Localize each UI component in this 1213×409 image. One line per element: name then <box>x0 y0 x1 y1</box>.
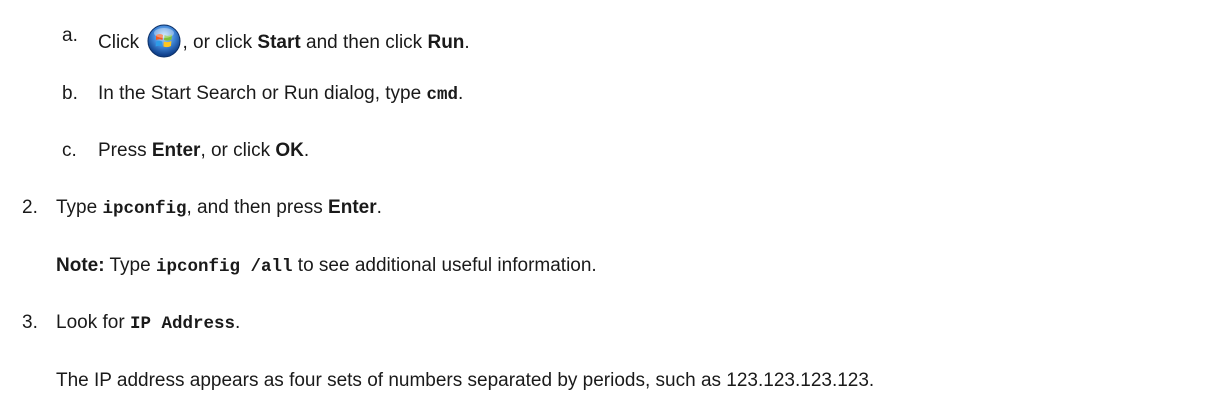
step-2-text: Type ipconfig, and then press Enter. <box>56 196 382 220</box>
ipconfig-code: ipconfig <box>102 199 187 219</box>
step-a-text-2: , or click <box>182 32 253 53</box>
windows-start-orb-icon <box>147 24 181 58</box>
cmd-code: cmd <box>426 85 458 105</box>
step-3-description: The IP address appears as four sets of n… <box>56 370 875 391</box>
ipconfig-all-code: ipconfig /all <box>155 257 293 277</box>
start-label: Start <box>257 32 301 53</box>
step-3-text-1: Look for <box>56 312 125 333</box>
step-3-text: Look for IP Address. <box>56 311 240 335</box>
step-a-text-3: and then click <box>306 32 423 53</box>
step-c-marker: c. <box>62 140 77 161</box>
step-2-text-1: Type <box>56 197 98 218</box>
step-3-text-2: . <box>234 312 241 333</box>
run-label: Run <box>427 32 465 53</box>
step-2-text-3: . <box>376 197 382 218</box>
note-text-2: to see additional useful information. <box>297 255 597 276</box>
ip-address-code: IP Address <box>129 314 235 334</box>
step-b-marker: b. <box>62 83 78 104</box>
enter-label: Enter <box>151 140 201 161</box>
step-3-marker: 3. <box>22 312 38 333</box>
step-c-text: Press Enter, or click OK. <box>98 139 309 163</box>
step-c-text-2: , or click <box>200 140 271 161</box>
step-2-marker: 2. <box>22 197 38 218</box>
step-c-text-3: . <box>303 140 310 161</box>
step-2-text-2: , and then press <box>186 197 323 218</box>
ok-label: OK <box>275 140 304 161</box>
enter-label-2: Enter <box>328 197 377 218</box>
step-a-marker: a. <box>62 25 78 46</box>
step-a-text-1: Click <box>98 32 140 53</box>
note-text-1: Type <box>109 255 151 276</box>
step-a-text: Click , or click Start and then click Ru… <box>98 24 470 58</box>
note: Note: Type ipconfig /all to see addition… <box>56 254 597 278</box>
step-b-text: In the Start Search or Run dialog, type … <box>98 82 463 106</box>
step-b-text-1: In the Start Search or Run dialog, type <box>98 83 422 104</box>
step-a-text-4: . <box>464 32 470 53</box>
note-label: Note: <box>56 255 105 276</box>
step-b-text-2: . <box>457 83 464 104</box>
step-c-text-1: Press <box>98 140 147 161</box>
